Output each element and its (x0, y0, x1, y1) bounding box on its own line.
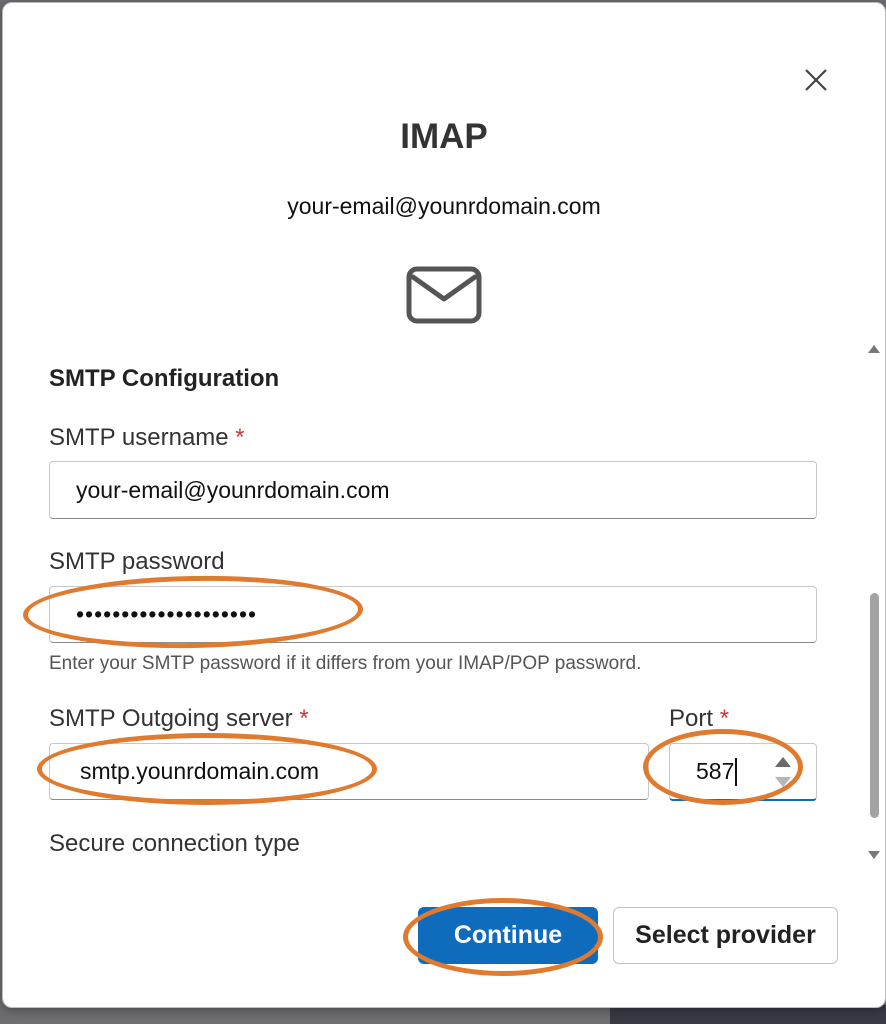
smtp-username-label-text: SMTP username (49, 424, 229, 451)
smtp-server-value: smtp.younrdomain.com (80, 758, 320, 784)
port-label-text: Port (669, 705, 714, 732)
smtp-server-field[interactable]: smtp.younrdomain.com (49, 743, 649, 800)
smtp-username-label: SMTP username * (49, 424, 245, 452)
continue-button[interactable]: Continue (418, 907, 598, 964)
envelope-icon (406, 266, 482, 324)
required-mark: * (719, 705, 730, 732)
scroll-down-arrow-icon (868, 851, 880, 859)
smtp-username-field[interactable]: your-email@younrdomain.com (49, 461, 817, 519)
smtp-password-field[interactable]: •••••••••••••••••••• (49, 586, 817, 643)
required-mark: * (299, 705, 309, 732)
account-email: your-email@younrdomain.com (287, 193, 601, 219)
port-value: 587 (696, 758, 735, 784)
smtp-section-title: SMTP Configuration (49, 365, 280, 392)
smtp-password-hint: Enter your SMTP password if it differs f… (49, 653, 642, 674)
required-mark: * (235, 424, 245, 451)
port-stepper[interactable]: 587 (669, 743, 817, 801)
scrollbar-thumb[interactable] (870, 593, 879, 818)
smtp-password-value: •••••••••••••••••••• (76, 601, 258, 627)
smtp-password-label: SMTP password (49, 548, 225, 575)
port-label: Port * (669, 705, 729, 733)
smtp-server-label-text: SMTP Outgoing server (49, 705, 293, 732)
smtp-server-label: SMTP Outgoing server * (49, 705, 309, 733)
close-icon (805, 69, 827, 91)
spin-arrows-icon[interactable] (773, 755, 793, 789)
dialog-title: IMAP (400, 117, 488, 156)
scroll-up-arrow-icon (868, 345, 880, 353)
imap-dialog: IMAP your-email@younrdomain.com SMTP Con… (2, 2, 886, 1008)
smtp-username-value: your-email@younrdomain.com (76, 476, 390, 503)
select-provider-button[interactable]: Select provider (613, 907, 838, 964)
text-caret (735, 757, 737, 786)
secure-connection-label: Secure connection type (49, 830, 300, 857)
close-button[interactable] (800, 64, 832, 96)
